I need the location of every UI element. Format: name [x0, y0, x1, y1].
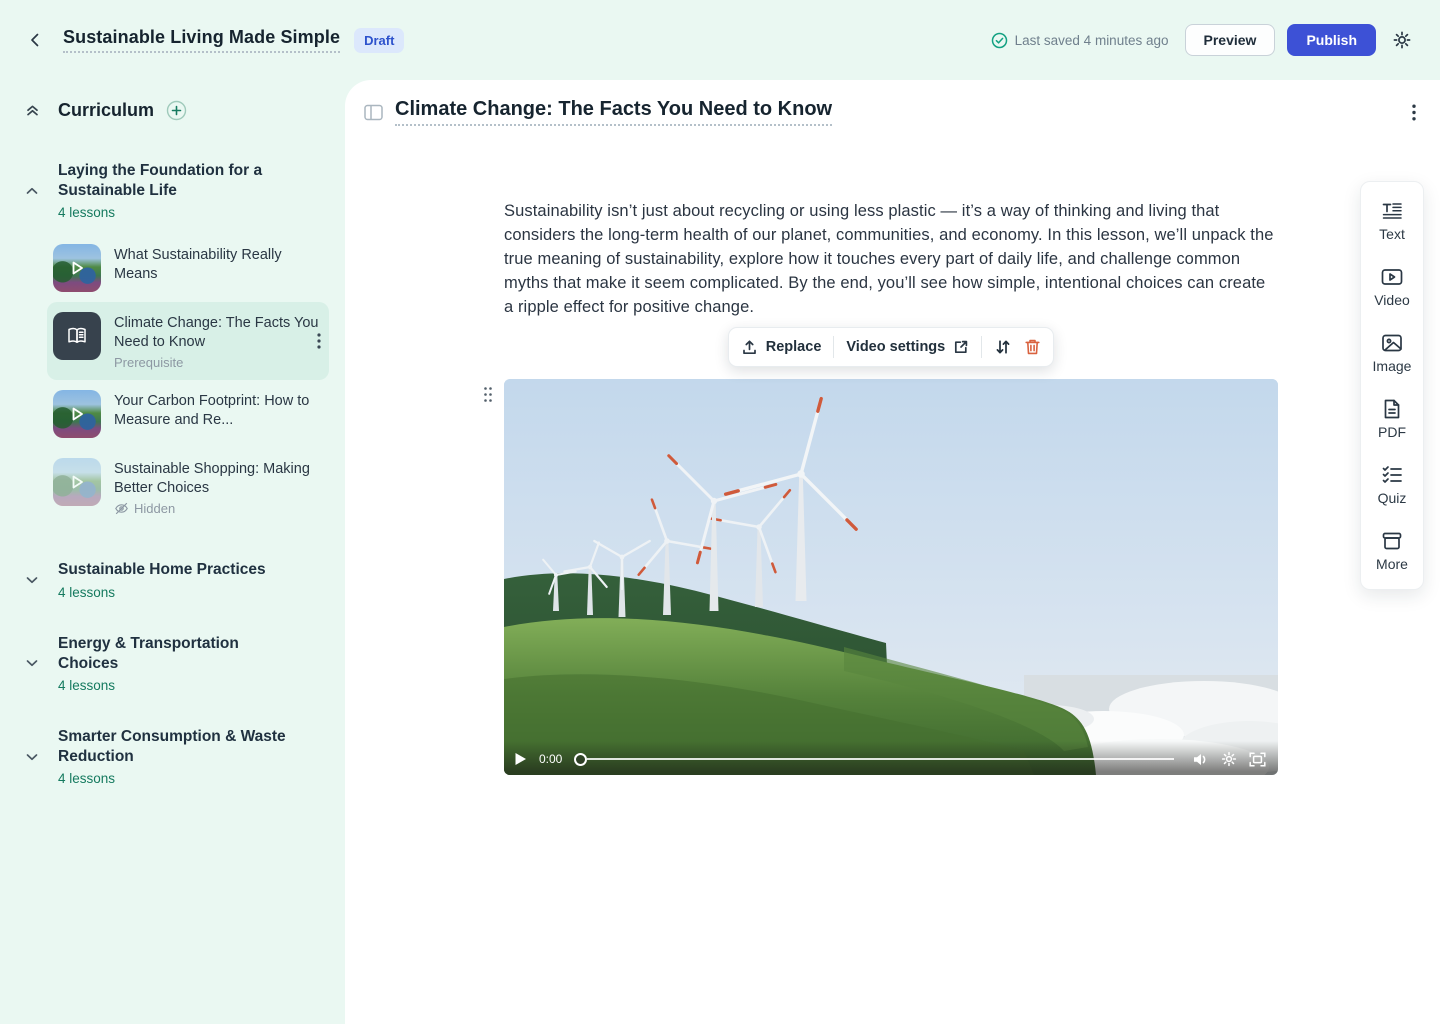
panel-toggle-icon [364, 104, 383, 121]
chevron-left-icon [26, 31, 44, 49]
insert-text-button[interactable]: Text [1379, 199, 1405, 242]
trash-icon [1024, 338, 1041, 356]
lesson-title: Sustainable Shopping: Making Better Choi… [114, 460, 321, 497]
lesson-options-button[interactable] [1408, 100, 1420, 125]
last-saved-text: Last saved 4 minutes ago [1015, 33, 1169, 48]
open-book-icon [65, 324, 89, 348]
lesson-reading-thumbnail [53, 312, 101, 360]
lesson-page-title[interactable]: Climate Change: The Facts You Need to Kn… [395, 98, 832, 126]
video-still-windfarm [504, 379, 1278, 775]
play-icon [53, 458, 101, 506]
insert-image-button[interactable]: Image [1373, 331, 1412, 374]
play-button[interactable] [512, 750, 529, 768]
double-chevron-up-icon [24, 102, 41, 119]
add-section-button[interactable] [166, 100, 187, 121]
curriculum-heading: Curriculum [58, 100, 154, 121]
toggle-sidebar-button[interactable] [362, 102, 385, 123]
play-icon [53, 244, 101, 292]
insert-pdf-button[interactable]: PDF [1378, 397, 1406, 440]
lesson-video-thumbnail [53, 458, 101, 506]
plus-circle-icon [166, 100, 187, 121]
collapse-all-button[interactable] [24, 102, 41, 119]
volume-button[interactable] [1190, 750, 1211, 769]
lesson-video-thumbnail [53, 244, 101, 292]
insert-more-button[interactable]: More [1376, 529, 1408, 572]
drag-handle-icon[interactable] [481, 384, 495, 405]
save-status: Last saved 4 minutes ago [991, 32, 1169, 49]
curriculum-sidebar: Curriculum Laying the Foundation for a S… [0, 80, 345, 1024]
lesson-list: What Sustainability Really Means Climate… [47, 234, 329, 526]
check-circle-icon [991, 32, 1008, 49]
status-badge: Draft [354, 28, 404, 53]
chevron-down-icon[interactable] [24, 655, 49, 671]
section-lesson-count: 4 lessons [58, 205, 298, 220]
lesson-badge: Prerequisite [114, 355, 321, 370]
arrows-up-down-icon [994, 338, 1012, 356]
section-lesson-count: 4 lessons [58, 585, 266, 600]
video-block[interactable]: 0:00 [504, 379, 1278, 775]
publish-button[interactable]: Publish [1287, 24, 1376, 56]
section-lesson-count: 4 lessons [58, 771, 298, 786]
section-title: Laying the Foundation for a Sustainable … [58, 161, 298, 201]
video-player[interactable]: 0:00 [504, 379, 1278, 775]
kebab-icon [317, 333, 321, 349]
seek-bar[interactable] [574, 753, 1182, 766]
divider [833, 336, 834, 358]
section-header[interactable]: Sustainable Home Practices 4 lessons [0, 560, 345, 599]
player-settings-button[interactable] [1219, 749, 1239, 769]
section-header[interactable]: Laying the Foundation for a Sustainable … [0, 161, 345, 220]
back-button[interactable] [20, 25, 50, 55]
lesson-title: Climate Change: The Facts You Need to Kn… [114, 314, 321, 351]
insert-block-panel: Text Video Image PDF Quiz More [1360, 181, 1424, 590]
section-lesson-count: 4 lessons [58, 678, 298, 693]
lesson-item-selected[interactable]: Climate Change: The Facts You Need to Kn… [47, 302, 329, 380]
topbar: Sustainable Living Made Simple Draft Las… [0, 0, 1440, 80]
chevron-down-icon[interactable] [24, 572, 49, 588]
lesson-item[interactable]: Your Carbon Footprint: How to Measure an… [47, 380, 329, 448]
lesson-menu-button[interactable] [313, 329, 325, 353]
video-block-toolbar: Replace Video settings [728, 327, 1054, 367]
chevron-down-icon[interactable] [24, 749, 49, 765]
lesson-video-thumbnail [53, 390, 101, 438]
video-controls: 0:00 [504, 741, 1278, 775]
lesson-item-hidden[interactable]: Sustainable Shopping: Making Better Choi… [47, 448, 329, 526]
divider [981, 336, 982, 358]
section-header[interactable]: Energy & Transportation Choices 4 lesson… [0, 634, 345, 693]
lesson-title: What Sustainability Really Means [114, 246, 321, 283]
more-block-icon [1380, 529, 1404, 553]
quiz-block-icon [1380, 463, 1404, 487]
external-link-icon [953, 339, 969, 355]
preview-button[interactable]: Preview [1185, 24, 1276, 56]
lesson-badge: Hidden [134, 501, 175, 516]
section-title: Energy & Transportation Choices [58, 634, 298, 674]
insert-quiz-button[interactable]: Quiz [1378, 463, 1407, 506]
video-block-icon [1380, 265, 1404, 289]
lesson-editor-card: Climate Change: The Facts You Need to Kn… [345, 80, 1440, 1024]
playback-time: 0:00 [539, 752, 562, 766]
video-settings-button[interactable]: Video settings [846, 339, 969, 355]
delete-button[interactable] [1024, 338, 1041, 356]
text-block-icon [1380, 199, 1404, 223]
chevron-up-icon[interactable] [24, 183, 49, 199]
replace-button[interactable]: Replace [741, 339, 822, 356]
lesson-item[interactable]: What Sustainability Really Means [47, 234, 329, 302]
lesson-title: Your Carbon Footprint: How to Measure an… [114, 392, 321, 429]
reorder-button[interactable] [994, 338, 1012, 356]
upload-icon [741, 339, 758, 356]
settings-button[interactable] [1388, 26, 1416, 54]
image-block-icon [1380, 331, 1404, 355]
insert-video-button[interactable]: Video [1374, 265, 1410, 308]
lesson-paragraph[interactable]: Sustainability isn’t just about recyclin… [504, 199, 1278, 319]
gear-icon [1392, 30, 1412, 50]
course-title[interactable]: Sustainable Living Made Simple [63, 27, 340, 53]
section-title: Smarter Consumption & Waste Reduction [58, 727, 298, 767]
kebab-icon [1412, 104, 1416, 121]
fullscreen-button[interactable] [1247, 750, 1268, 769]
play-icon [53, 390, 101, 438]
pdf-block-icon [1380, 397, 1404, 421]
eye-off-icon [114, 501, 129, 516]
section-header[interactable]: Smarter Consumption & Waste Reduction 4 … [0, 727, 345, 786]
seek-handle[interactable] [574, 753, 587, 766]
section-title: Sustainable Home Practices [58, 560, 266, 580]
